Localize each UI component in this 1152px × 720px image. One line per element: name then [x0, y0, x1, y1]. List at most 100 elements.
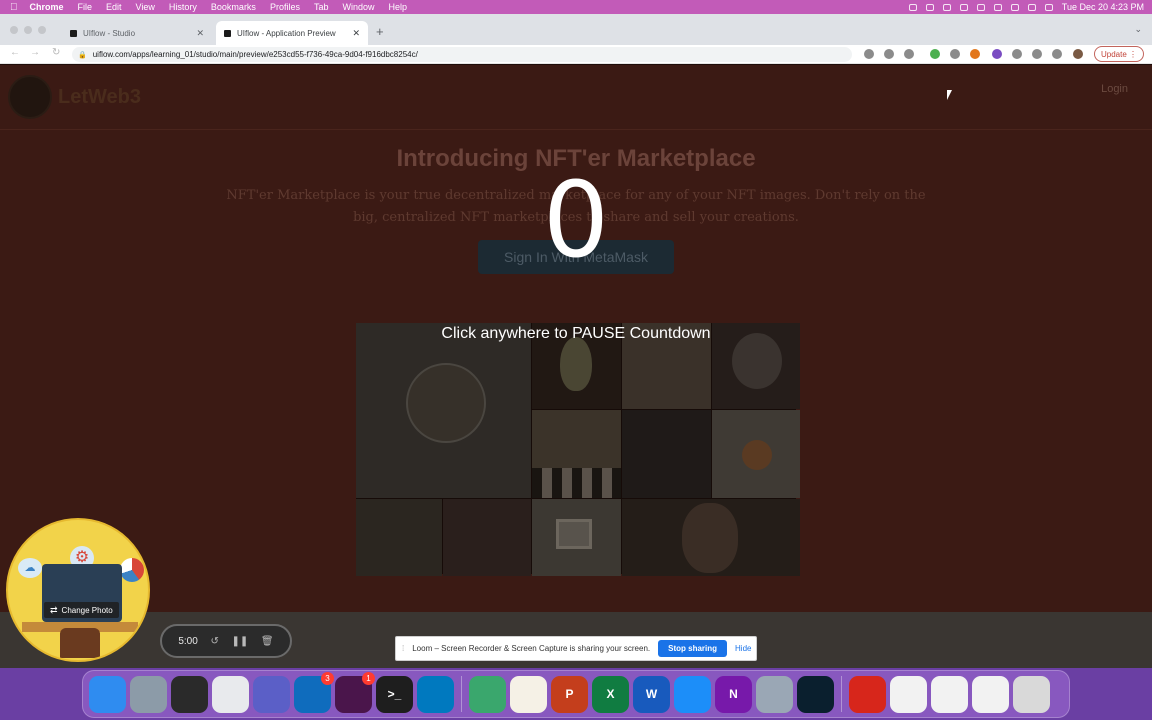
- share-icon[interactable]: [884, 49, 894, 59]
- tab-title: UIflow - Application Preview: [237, 28, 336, 38]
- new-tab-icon[interactable]: +: [376, 24, 384, 39]
- bookmark-star-icon[interactable]: [904, 49, 914, 59]
- tab-uiflow-studio[interactable]: UIflow - Studio ✕: [62, 21, 212, 45]
- purple-extension-icon[interactable]: [992, 49, 1002, 59]
- apple-menu-icon[interactable]: : [10, 2, 18, 13]
- menu-file[interactable]: File: [78, 2, 93, 12]
- uiflow-favicon-icon: [70, 29, 77, 37]
- webex-icon[interactable]: [797, 675, 834, 713]
- mission-control-icon[interactable]: [171, 675, 208, 713]
- camera-extension-icon[interactable]: [864, 49, 874, 59]
- computer-shape: [556, 519, 592, 549]
- window-controls: [10, 26, 46, 34]
- back-arrow-icon[interactable]: ←: [10, 47, 20, 58]
- word-icon[interactable]: W: [633, 675, 670, 713]
- spotlight-icon[interactable]: [1027, 3, 1036, 11]
- timer-icon[interactable]: [959, 3, 968, 11]
- forward-arrow-icon[interactable]: →: [30, 47, 40, 58]
- puzzle-extensions-icon[interactable]: [1012, 49, 1022, 59]
- dock-separator: [841, 676, 842, 712]
- screen-share-icon[interactable]: [925, 3, 934, 11]
- trash-icon[interactable]: [1013, 675, 1050, 713]
- trello-icon[interactable]: [417, 675, 454, 713]
- nft-image-astronaut[interactable]: [356, 499, 442, 576]
- menu-clock[interactable]: Tue Dec 20 4:23 PM: [1062, 2, 1144, 12]
- acrobat-icon[interactable]: [849, 675, 886, 713]
- nft-image-chess-robot[interactable]: [532, 410, 621, 498]
- notes-icon[interactable]: [510, 675, 547, 713]
- profile-avatar[interactable]: [1073, 49, 1083, 59]
- pie-chart-icon: [120, 558, 144, 582]
- mouse-cursor-icon: [947, 90, 952, 100]
- control-center-icon[interactable]: [1044, 3, 1053, 11]
- grammar-extension-icon[interactable]: [950, 49, 960, 59]
- cloud-icon[interactable]: [942, 3, 951, 11]
- side-panel-icon[interactable]: [1052, 49, 1062, 59]
- document-1-icon[interactable]: [890, 675, 927, 713]
- menu-window[interactable]: Window: [342, 2, 374, 12]
- reading-list-icon[interactable]: [1032, 49, 1042, 59]
- chrome-icon[interactable]: [212, 675, 249, 713]
- close-window-button[interactable]: [10, 26, 18, 34]
- nft-image-portrait[interactable]: [622, 499, 800, 576]
- menu-edit[interactable]: Edit: [106, 2, 122, 12]
- menu-view[interactable]: View: [136, 2, 155, 12]
- trash-icon[interactable]: 🗑: [261, 636, 274, 647]
- wifi-icon[interactable]: [1010, 3, 1019, 11]
- menu-app-name[interactable]: Chrome: [30, 2, 64, 12]
- update-label: Update: [1100, 49, 1127, 59]
- nft-image-computer[interactable]: [532, 499, 621, 576]
- powerpoint-icon[interactable]: P: [551, 675, 588, 713]
- menu-tab[interactable]: Tab: [314, 2, 329, 12]
- document-3-icon[interactable]: [972, 675, 1009, 713]
- loom-camera-bubble[interactable]: ☁ ⚙ ⇄ Change Photo: [6, 518, 150, 662]
- tab-application-preview[interactable]: UIflow - Application Preview ✕: [216, 21, 368, 45]
- countdown-digit[interactable]: 0: [0, 168, 1152, 272]
- login-link[interactable]: Login: [1101, 83, 1128, 95]
- stop-sharing-button[interactable]: Stop sharing: [658, 640, 728, 657]
- menu-help[interactable]: Help: [388, 2, 407, 12]
- battery-icon[interactable]: [993, 3, 1002, 11]
- outlook-icon[interactable]: 3: [294, 671, 334, 713]
- hide-button[interactable]: Hide: [735, 644, 751, 653]
- pause-icon[interactable]: ❚❚: [232, 636, 249, 647]
- menu-profiles[interactable]: Profiles: [270, 2, 300, 12]
- onenote-icon[interactable]: N: [715, 675, 752, 713]
- reload-icon[interactable]: ↻: [52, 47, 60, 58]
- launchpad-icon[interactable]: [130, 675, 167, 713]
- excel-icon[interactable]: X: [592, 675, 629, 713]
- countdown-pause-message[interactable]: Click anywhere to PAUSE Countdown: [0, 325, 1152, 343]
- restart-icon[interactable]: ↺: [210, 636, 218, 647]
- nft-image-nose[interactable]: [443, 499, 531, 576]
- nft-image-dark-figure[interactable]: [622, 410, 711, 498]
- slack-icon[interactable]: 1: [335, 671, 375, 713]
- nft-image-orange[interactable]: [712, 410, 800, 498]
- safari-icon[interactable]: [674, 675, 711, 713]
- close-tab-icon[interactable]: ✕: [352, 28, 360, 39]
- loom-recording-controls: 5:00 ↺ ❚❚ 🗑: [160, 624, 292, 658]
- address-bar[interactable]: 🔒 uiflow.com/apps/learning_01/studio/mai…: [72, 47, 852, 62]
- change-photo-button[interactable]: ⇄ Change Photo: [44, 602, 119, 618]
- status-tray: Tue Dec 20 4:23 PM: [908, 0, 1144, 14]
- update-button[interactable]: Update ⋮: [1093, 46, 1144, 62]
- maximize-window-button[interactable]: [38, 26, 46, 34]
- microphone-icon[interactable]: [908, 3, 917, 11]
- tab-search-chevron-icon[interactable]: ⌄: [1134, 24, 1142, 35]
- safari-alt-icon[interactable]: [469, 675, 506, 713]
- terminal-icon[interactable]: >_: [376, 675, 413, 713]
- url-text: uiflow.com/apps/learning_01/studio/main/…: [92, 50, 418, 59]
- minimize-window-button[interactable]: [24, 26, 32, 34]
- metamask-extension-icon[interactable]: [970, 49, 980, 59]
- site-logo[interactable]: LetWeb3: [8, 75, 141, 119]
- color-extension-icon[interactable]: [930, 49, 940, 59]
- teams-icon[interactable]: [253, 675, 290, 713]
- nft-image-fishbowl[interactable]: [356, 323, 531, 498]
- preview-icon[interactable]: [756, 675, 793, 713]
- close-tab-icon[interactable]: ✕: [196, 28, 204, 39]
- menu-bookmarks[interactable]: Bookmarks: [211, 2, 256, 12]
- finder-icon[interactable]: [89, 675, 126, 713]
- drag-handle-icon[interactable]: ⁞: [402, 644, 404, 653]
- document-2-icon[interactable]: [931, 675, 968, 713]
- bluetooth-icon[interactable]: [976, 3, 985, 11]
- menu-history[interactable]: History: [169, 2, 197, 12]
